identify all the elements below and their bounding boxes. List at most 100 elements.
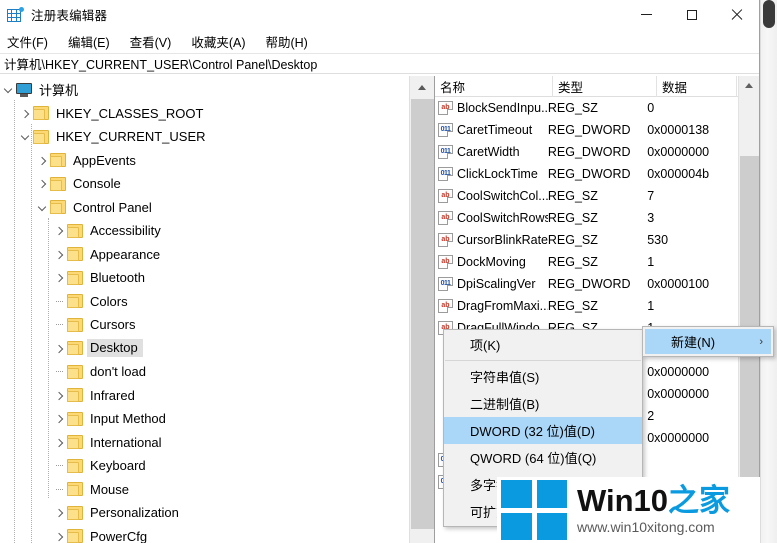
tree-node[interactable]: Input Method xyxy=(0,407,409,431)
value-name: DragFromMaxi... xyxy=(457,299,548,313)
menu-edit[interactable]: 编辑(E) xyxy=(68,30,119,53)
context-menu-item[interactable]: QWORD (64 位)值(Q) xyxy=(444,444,642,471)
chevron-right-icon[interactable] xyxy=(51,266,67,290)
values-scrollbar[interactable] xyxy=(738,76,759,543)
value-data: 3 xyxy=(647,211,655,225)
chevron-right-icon[interactable] xyxy=(51,219,67,243)
tree-node[interactable]: PowerCfg xyxy=(0,525,409,543)
tree-node-label: 计算机 xyxy=(39,83,79,99)
tree-node[interactable]: Infrared xyxy=(0,384,409,408)
value-type: REG_SZ xyxy=(547,189,598,203)
value-row[interactable]: 011 CaretTimeout REG_DWORD 0x0000138 xyxy=(435,119,738,141)
context-menu-item[interactable]: 二进制值(B) xyxy=(444,390,642,417)
value-row[interactable]: ab DockMoving REG_SZ 1 xyxy=(435,251,738,273)
values-scroll-thumb[interactable] xyxy=(740,156,759,486)
tree-guide-line xyxy=(31,124,32,543)
tree-node-label: Personalization xyxy=(90,505,179,521)
tree-node[interactable]: International xyxy=(0,431,409,455)
column-header-data[interactable]: 数据 xyxy=(657,76,737,97)
tree-node-label: Cursors xyxy=(90,317,136,333)
tree-node[interactable]: HKEY_CLASSES_ROOT xyxy=(0,102,409,126)
minimize-icon xyxy=(641,14,652,15)
value-row[interactable]: ab CoolSwitchCol... REG_SZ 7 xyxy=(435,185,738,207)
tree-node[interactable]: Keyboard xyxy=(0,454,409,478)
chevron-right-icon[interactable] xyxy=(34,172,50,196)
tree-node[interactable]: HKEY_CURRENT_USER xyxy=(0,125,409,149)
value-row[interactable]: ab BlockSendInpu... REG_SZ 0 xyxy=(435,97,738,119)
maximize-button[interactable] xyxy=(669,0,714,29)
context-menu-new-submenu[interactable]: 新建(N) › xyxy=(642,326,774,357)
tree-scrollbar[interactable] xyxy=(409,76,434,543)
chevron-right-icon[interactable] xyxy=(51,431,67,455)
column-header-type[interactable]: 类型 xyxy=(553,76,657,97)
chevron-down-icon[interactable] xyxy=(0,78,16,102)
registry-tree[interactable]: 计算机 HKEY_CLASSES_ROOT HKEY_CURRENT_USER App… xyxy=(0,76,409,543)
value-name-cell: 011 ClickLockTime xyxy=(435,167,548,181)
page-scrollbar[interactable] xyxy=(760,0,777,543)
tree-node[interactable]: Accessibility xyxy=(0,219,409,243)
tree-node[interactable]: don't load xyxy=(0,360,409,384)
tree-leaf-marker xyxy=(51,324,67,326)
tree-node[interactable]: Desktop xyxy=(0,337,409,361)
chevron-right-icon[interactable] xyxy=(34,149,50,173)
value-row[interactable]: 011 ClickLockTime REG_DWORD 0x000004b xyxy=(435,163,738,185)
folder-icon xyxy=(67,388,84,403)
registry-editor-window: 注册表编辑器 文件(F) 编辑(E) 查看(V) 收藏夹(A) 帮助(H) 计算… xyxy=(0,0,774,543)
tree-node[interactable]: Colors xyxy=(0,290,409,314)
values-scroll-up-icon[interactable] xyxy=(739,76,759,95)
value-row[interactable]: ab CoolSwitchRows REG_SZ 3 xyxy=(435,207,738,229)
context-menu-item-new-label: 新建(N) xyxy=(671,335,716,350)
value-type: REG_SZ xyxy=(547,211,598,225)
chevron-right-icon[interactable] xyxy=(51,384,67,408)
chevron-right-icon[interactable] xyxy=(51,525,67,543)
address-bar[interactable]: 计算机\HKEY_CURRENT_USER\Control Panel\Desk… xyxy=(0,53,759,74)
tree-node[interactable]: Mouse xyxy=(0,478,409,502)
tree-node[interactable]: Appearance xyxy=(0,243,409,267)
chevron-right-icon[interactable] xyxy=(51,337,67,361)
tree-node[interactable]: Console xyxy=(0,172,409,196)
chevron-right-icon[interactable] xyxy=(17,102,33,126)
value-data: 0x0000000 xyxy=(647,387,710,401)
tree-scroll-up-icon[interactable] xyxy=(410,76,434,98)
context-menu-item[interactable]: 项(K) xyxy=(444,331,642,358)
tree-node[interactable]: Bluetooth xyxy=(0,266,409,290)
tree-leaf-marker xyxy=(51,300,67,302)
value-row[interactable]: ab CursorBlinkRate REG_SZ 530 xyxy=(435,229,738,251)
folder-icon xyxy=(67,411,84,426)
minimize-button[interactable] xyxy=(624,0,669,29)
window-body: 计算机 HKEY_CLASSES_ROOT HKEY_CURRENT_USER App… xyxy=(0,76,759,543)
tree-node[interactable]: Control Panel xyxy=(0,196,409,220)
menu-file[interactable]: 文件(F) xyxy=(7,30,57,53)
value-row[interactable]: ab DragFromMaxi... REG_SZ 1 xyxy=(435,295,738,317)
chevron-right-icon[interactable] xyxy=(51,407,67,431)
chevron-down-icon[interactable] xyxy=(34,196,50,220)
tree-node-label: International xyxy=(90,434,162,450)
value-data: 0 xyxy=(647,101,655,115)
close-button[interactable] xyxy=(714,0,759,29)
folder-icon xyxy=(67,505,84,520)
tree-node[interactable]: Cursors xyxy=(0,313,409,337)
menu-view[interactable]: 查看(V) xyxy=(130,30,181,53)
tree-node[interactable]: AppEvents xyxy=(0,149,409,173)
tree-scroll-thumb[interactable] xyxy=(411,99,434,529)
close-icon xyxy=(731,9,743,21)
tree-node[interactable]: 计算机 xyxy=(0,78,409,102)
chevron-right-icon[interactable] xyxy=(51,501,67,525)
tree-node[interactable]: Personalization xyxy=(0,501,409,525)
chevron-right-icon[interactable] xyxy=(51,243,67,267)
menu-help[interactable]: 帮助(H) xyxy=(265,30,316,53)
context-menu-item-new[interactable]: 新建(N) › xyxy=(645,329,771,354)
value-name: DockMoving xyxy=(457,255,526,269)
column-header-name[interactable]: 名称 xyxy=(435,76,553,97)
context-menu-item[interactable]: 字符串值(S) xyxy=(444,363,642,390)
dword-value-icon: 011 xyxy=(438,123,453,137)
page-scroll-thumb[interactable] xyxy=(763,0,775,28)
context-menu-separator xyxy=(445,360,641,361)
context-menu-item[interactable]: DWORD (32 位)值(D) xyxy=(444,417,642,444)
folder-icon xyxy=(33,129,50,144)
menu-favorites[interactable]: 收藏夹(A) xyxy=(191,30,254,53)
folder-icon xyxy=(67,482,84,497)
folder-icon xyxy=(67,364,84,379)
value-row[interactable]: 011 CaretWidth REG_DWORD 0x0000000 xyxy=(435,141,738,163)
value-row[interactable]: 011 DpiScalingVer REG_DWORD 0x0000100 xyxy=(435,273,738,295)
